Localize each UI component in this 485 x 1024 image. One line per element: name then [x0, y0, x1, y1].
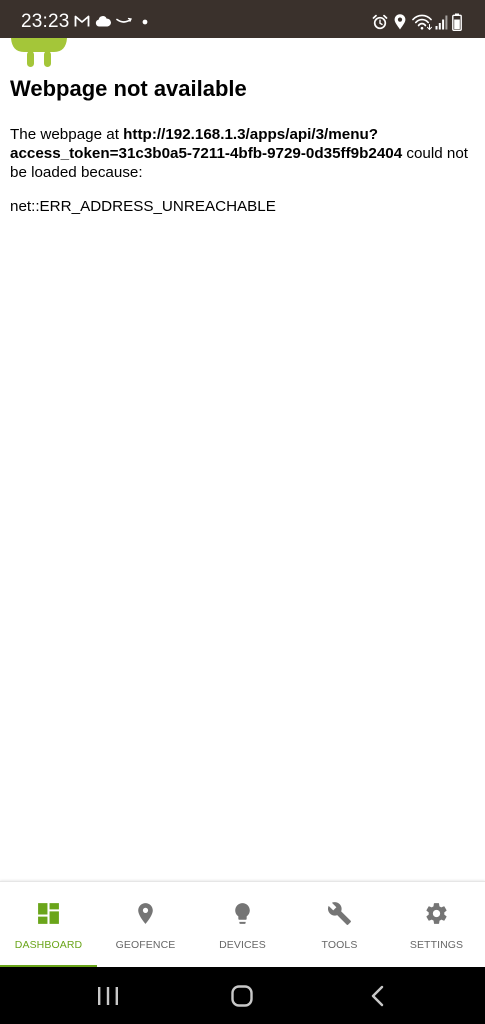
webview-content: Webpage not available The webpage at htt…	[0, 38, 485, 881]
cloud-icon	[95, 16, 111, 27]
status-bar: 23:23	[0, 0, 485, 38]
signal-icon	[435, 15, 448, 30]
android-robot-icon	[11, 38, 67, 67]
error-code: net::ERR_ADDRESS_UNREACHABLE	[10, 198, 276, 215]
amazon-icon	[116, 17, 132, 23]
location-icon	[394, 14, 406, 30]
nav-label: SETTINGS	[409, 939, 464, 951]
back-icon[interactable]	[368, 985, 388, 1007]
nav-tab-geofence[interactable]: GEOFENCE	[97, 882, 194, 968]
gmail-icon	[74, 15, 90, 27]
status-time: 23:23	[21, 11, 70, 32]
nav-label: GEOFENCE	[115, 939, 176, 951]
dashboard-icon	[38, 903, 59, 924]
lightbulb-icon	[235, 903, 250, 924]
dot-icon	[142, 19, 148, 25]
system-navigation-bar	[0, 967, 485, 1024]
nav-tab-tools[interactable]: TOOLS	[291, 882, 388, 968]
recent-apps-icon[interactable]	[96, 986, 120, 1006]
gear-icon	[426, 903, 447, 924]
nav-tab-dashboard[interactable]: DASHBOARD	[0, 882, 97, 968]
nav-label: DEVICES	[219, 939, 266, 951]
page-title: Webpage not available	[10, 76, 247, 101]
wifi-icon	[412, 14, 432, 30]
nav-tab-devices[interactable]: DEVICES	[194, 882, 291, 968]
location-pin-icon	[138, 903, 153, 924]
wrench-icon	[327, 902, 351, 925]
nav-tab-settings[interactable]: SETTINGS	[388, 882, 485, 968]
battery-icon	[452, 13, 462, 31]
bottom-navigation: DASHBOARD GEOFENCE DEVICES TOOLS SETTING…	[0, 881, 485, 968]
nav-label: DASHBOARD	[14, 939, 83, 951]
home-icon[interactable]	[230, 985, 254, 1007]
nav-label: TOOLS	[321, 939, 358, 951]
message-prefix: The webpage at	[10, 126, 124, 143]
alarm-icon	[372, 14, 388, 30]
error-message: The webpage at http://192.168.1.3/apps/a…	[10, 125, 472, 182]
